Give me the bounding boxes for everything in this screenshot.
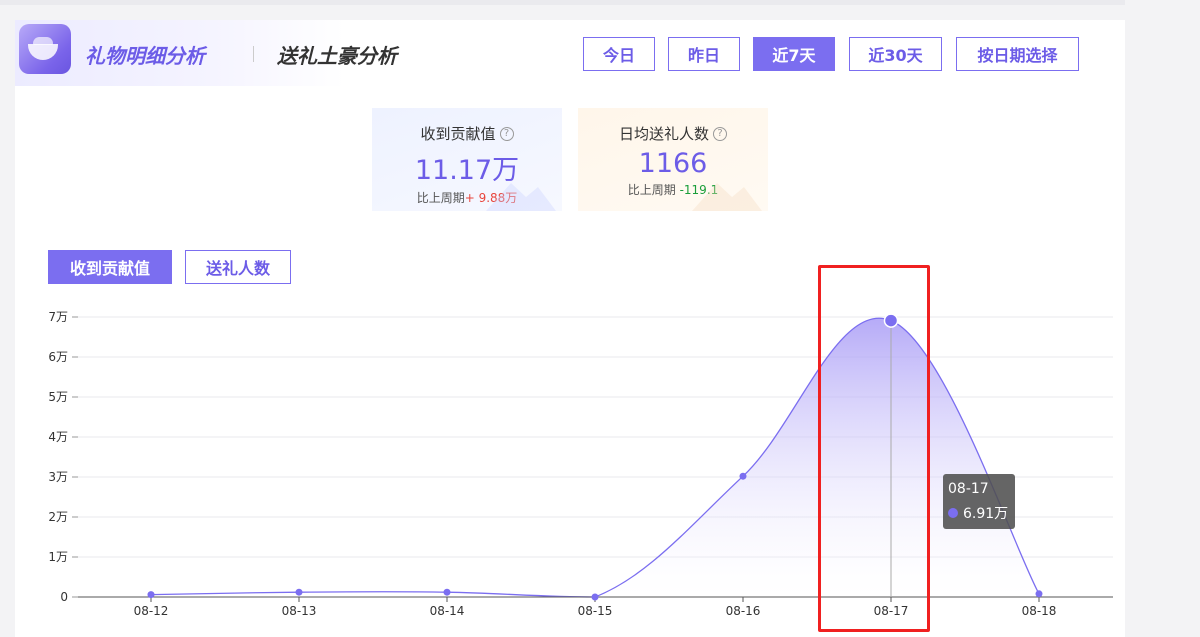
x-tick-label: 08-18	[1022, 604, 1057, 618]
data-point	[591, 593, 599, 601]
x-tick-label: 08-12	[134, 604, 169, 618]
x-tick-label: 08-13	[282, 604, 317, 618]
data-point	[739, 472, 747, 480]
x-tick-label: 08-14	[430, 604, 465, 618]
contribution-area-chart: 0 1万 2万 3万 4万 5万 6万 7万 08-12 08-13 08-14 08-15 08-16…	[48, 310, 1113, 618]
tooltip-value: 6.91万	[963, 506, 1009, 522]
y-tick-label: 4万	[48, 430, 68, 444]
data-point	[295, 588, 303, 596]
y-tick-label: 6万	[48, 350, 68, 364]
y-tick-label: 0	[60, 590, 68, 604]
chart-tooltip: 08-17 6.91万	[943, 474, 1015, 529]
data-point	[1035, 590, 1043, 598]
series-dot-icon	[948, 508, 958, 518]
data-point	[443, 588, 451, 596]
y-tick-label: 3万	[48, 470, 68, 484]
y-tick-label: 2万	[48, 510, 68, 524]
highlight-box	[818, 265, 930, 632]
data-point	[147, 591, 155, 599]
y-tick-label: 7万	[48, 310, 68, 324]
y-tick-label: 1万	[48, 550, 68, 564]
tooltip-date: 08-17	[948, 481, 989, 497]
x-tick-label: 08-16	[726, 604, 761, 618]
y-tick-label: 5万	[48, 390, 68, 404]
x-tick-label: 08-15	[578, 604, 613, 618]
